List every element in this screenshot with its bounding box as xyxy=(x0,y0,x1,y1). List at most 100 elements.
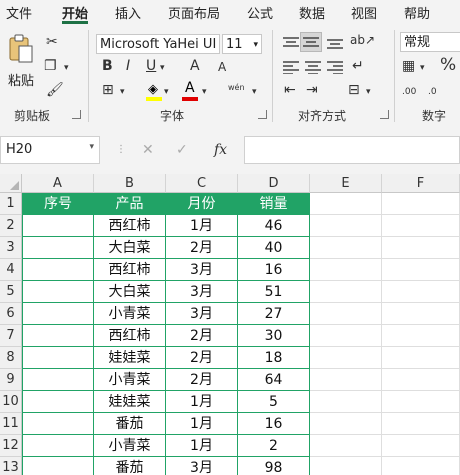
table-cell[interactable] xyxy=(22,457,94,475)
empty-cell[interactable] xyxy=(310,215,382,237)
table-cell[interactable] xyxy=(22,303,94,325)
column-header-b[interactable]: B xyxy=(94,174,166,193)
empty-cell[interactable] xyxy=(310,369,382,391)
row-header-5[interactable]: 5 xyxy=(0,281,22,303)
column-header-a[interactable]: A xyxy=(22,174,94,193)
font-color-button[interactable]: A xyxy=(182,80,200,102)
accounting-dropdown-icon[interactable]: ▾ xyxy=(420,60,425,76)
underline-dropdown-icon[interactable]: ▾ xyxy=(160,60,165,76)
table-cell[interactable]: 1月 xyxy=(166,435,238,457)
column-header-e[interactable]: E xyxy=(310,174,382,193)
empty-cell[interactable] xyxy=(310,457,382,475)
borders-dropdown-icon[interactable]: ▾ xyxy=(120,84,125,100)
table-cell[interactable]: 3月 xyxy=(166,281,238,303)
row-header-3[interactable]: 3 xyxy=(0,237,22,259)
enter-icon[interactable]: ✓ xyxy=(176,142,188,158)
fill-color-button[interactable]: ◈ xyxy=(146,82,164,102)
table-cell[interactable] xyxy=(22,281,94,303)
table-cell[interactable]: 番茄 xyxy=(94,413,166,435)
tab-data[interactable]: 数据 xyxy=(299,3,325,22)
tab-view[interactable]: 视图 xyxy=(351,3,377,22)
table-cell[interactable]: 5 xyxy=(238,391,310,413)
shrink-font-button[interactable]: A xyxy=(218,59,226,75)
table-cell[interactable] xyxy=(22,215,94,237)
table-cell[interactable]: 西红柿 xyxy=(94,215,166,237)
cut-icon[interactable]: ✂ xyxy=(46,34,58,50)
table-header-cell[interactable]: 产品 xyxy=(94,193,166,215)
empty-cell[interactable] xyxy=(382,391,460,413)
row-header-11[interactable]: 11 xyxy=(0,413,22,435)
table-cell[interactable] xyxy=(22,435,94,457)
table-cell[interactable]: 西红柿 xyxy=(94,259,166,281)
font-size-combo[interactable]: 11 ▾ xyxy=(222,34,262,54)
name-box[interactable]: H20 ▾ xyxy=(0,136,100,164)
table-cell[interactable]: 1月 xyxy=(166,413,238,435)
percent-button[interactable]: % xyxy=(440,57,456,74)
table-cell[interactable] xyxy=(22,259,94,281)
empty-cell[interactable] xyxy=(310,325,382,347)
phonetic-guide-button[interactable]: wén xyxy=(228,80,245,96)
empty-cell[interactable] xyxy=(382,435,460,457)
table-cell[interactable] xyxy=(22,325,94,347)
empty-cell[interactable] xyxy=(310,193,382,215)
tab-home[interactable]: 开始 xyxy=(62,3,88,22)
table-cell[interactable]: 小青菜 xyxy=(94,435,166,457)
row-header-7[interactable]: 7 xyxy=(0,325,22,347)
tab-file[interactable]: 文件 xyxy=(6,3,32,22)
table-cell[interactable]: 18 xyxy=(238,347,310,369)
align-right-icon[interactable] xyxy=(326,60,344,74)
table-cell[interactable]: 2月 xyxy=(166,237,238,259)
table-cell[interactable]: 番茄 xyxy=(94,457,166,475)
table-cell[interactable]: 3月 xyxy=(166,259,238,281)
empty-cell[interactable] xyxy=(382,215,460,237)
empty-cell[interactable] xyxy=(382,193,460,215)
empty-cell[interactable] xyxy=(310,281,382,303)
table-cell[interactable]: 3月 xyxy=(166,303,238,325)
align-middle-button[interactable] xyxy=(300,32,322,52)
font-color-dropdown-icon[interactable]: ▾ xyxy=(202,84,207,100)
italic-button[interactable]: I xyxy=(126,58,130,74)
bold-button[interactable]: B xyxy=(102,58,113,74)
empty-cell[interactable] xyxy=(382,303,460,325)
paste-button[interactable]: 粘贴 xyxy=(6,32,36,92)
empty-cell[interactable] xyxy=(382,259,460,281)
table-cell[interactable]: 51 xyxy=(238,281,310,303)
table-header-cell[interactable]: 序号 xyxy=(22,193,94,215)
align-center-icon[interactable] xyxy=(304,60,322,74)
table-cell[interactable]: 1月 xyxy=(166,391,238,413)
row-header-6[interactable]: 6 xyxy=(0,303,22,325)
underline-button[interactable]: U xyxy=(146,58,156,74)
table-header-cell[interactable]: 销量 xyxy=(238,193,310,215)
table-cell[interactable]: 小青菜 xyxy=(94,369,166,391)
empty-cell[interactable] xyxy=(382,347,460,369)
copy-icon[interactable]: ❐ xyxy=(44,58,57,74)
decrease-decimal-icon[interactable]: .0 xyxy=(428,84,437,100)
table-cell[interactable]: 30 xyxy=(238,325,310,347)
table-cell[interactable]: 64 xyxy=(238,369,310,391)
empty-cell[interactable] xyxy=(382,281,460,303)
select-all-corner[interactable] xyxy=(0,174,22,193)
copy-dropdown-icon[interactable]: ▾ xyxy=(64,60,69,76)
row-header-1[interactable]: 1 xyxy=(0,193,22,215)
table-cell[interactable] xyxy=(22,369,94,391)
tab-formulas[interactable]: 公式 xyxy=(247,3,273,22)
table-cell[interactable]: 2月 xyxy=(166,369,238,391)
table-cell[interactable]: 大白菜 xyxy=(94,237,166,259)
column-header-d[interactable]: D xyxy=(238,174,310,193)
empty-cell[interactable] xyxy=(310,347,382,369)
accounting-format-icon[interactable]: ▦ xyxy=(402,58,415,74)
font-name-combo[interactable]: Microsoft YaHei UI xyxy=(96,34,220,54)
row-header-4[interactable]: 4 xyxy=(0,259,22,281)
cancel-icon[interactable]: ✕ xyxy=(142,142,154,158)
tab-help[interactable]: 帮助 xyxy=(404,3,430,22)
table-cell[interactable]: 娃娃菜 xyxy=(94,347,166,369)
empty-cell[interactable] xyxy=(382,325,460,347)
table-cell[interactable]: 2月 xyxy=(166,347,238,369)
table-cell[interactable]: 40 xyxy=(238,237,310,259)
increase-indent-icon[interactable]: ⇥ xyxy=(306,82,318,98)
row-header-8[interactable]: 8 xyxy=(0,347,22,369)
alignment-launcher-icon[interactable] xyxy=(380,110,389,119)
merge-dropdown-icon[interactable]: ▾ xyxy=(366,84,371,100)
table-cell[interactable] xyxy=(22,391,94,413)
empty-cell[interactable] xyxy=(382,237,460,259)
